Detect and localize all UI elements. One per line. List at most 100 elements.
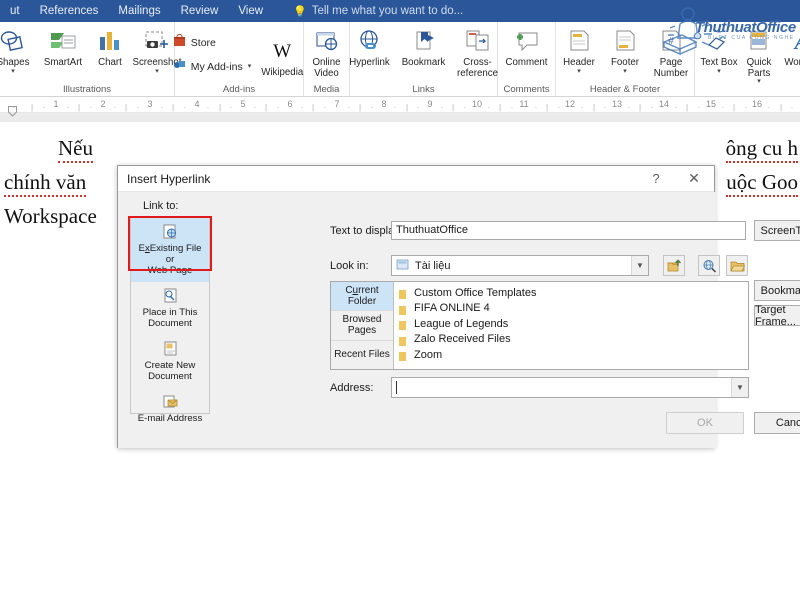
folder-icon (398, 334, 408, 345)
text-box-caret-icon[interactable]: ▾ (717, 68, 721, 75)
create-new-document-icon (162, 340, 179, 358)
hyperlink-icon (356, 27, 384, 57)
group-label-media: Media (304, 84, 349, 95)
quick-parts-caret-icon[interactable]: ▾ (757, 78, 761, 85)
chevron-down-icon[interactable]: ▼ (731, 378, 748, 397)
comment-label: Comment (506, 58, 548, 69)
lt-label-2b: Document (148, 318, 192, 329)
my-addins-caret-icon[interactable]: ▾ (248, 63, 252, 70)
smartart-button[interactable]: SmartArt (36, 24, 90, 69)
store-icon (173, 34, 186, 52)
up-one-folder-icon (667, 259, 682, 273)
tab-layout-clipped[interactable]: ut (0, 0, 30, 22)
cancel-button[interactable]: Cancel (754, 412, 800, 434)
tell-me-search[interactable]: 💡 Tell me what you want to do... (273, 5, 463, 18)
smartart-label: SmartArt (44, 58, 82, 69)
group-label-links: Links (350, 84, 497, 95)
ruler-num-15: 15 (706, 99, 716, 109)
cross-reference-button[interactable]: Cross-reference (451, 24, 505, 79)
lt-label-1a: Existing File or (150, 243, 202, 265)
bookmark-ribbon-button[interactable]: Bookmark (397, 24, 451, 69)
quick-parts-button[interactable]: Quick Parts ▾ (739, 24, 779, 85)
list-item[interactable]: FIFA ONLINE 4 (398, 301, 748, 317)
browse-for-file-icon (730, 259, 745, 273)
page-number-button[interactable]: # Page Number (648, 24, 694, 79)
link-to-create-new-document[interactable]: Create NewDocument (131, 335, 209, 388)
screenshot-caret-icon[interactable]: ▾ (155, 68, 159, 75)
lt-label-3a: Create New (145, 360, 196, 371)
my-addins-button[interactable]: My Add-ins ▾ (169, 55, 255, 79)
horizontal-ruler[interactable]: 1 2 3 4 5 6 7 8 9 10 11 12 13 14 15 16 ·… (0, 97, 800, 113)
insert-hyperlink-dialog: Insert Hyperlink ? ✕ Link to: ExExisting… (117, 165, 715, 448)
link-to-email-address[interactable]: E-mail Address (131, 388, 209, 430)
footer-button[interactable]: Footer ▾ (602, 24, 648, 75)
file-name: Zoom (414, 349, 442, 361)
text-box-icon (706, 27, 732, 57)
doc-text-line-2: chính văn (4, 170, 86, 195)
chart-button[interactable]: Chart (90, 24, 130, 69)
browser-tab-recent-files[interactable]: Recent Files (331, 341, 393, 369)
hyperlink-label: Hyperlink (349, 58, 389, 69)
comment-button[interactable]: Comment (500, 24, 554, 69)
quick-parts-label: Quick Parts (740, 58, 778, 79)
file-name: FIFA ONLINE 4 (414, 302, 490, 314)
online-video-button[interactable]: Online Video (307, 24, 347, 79)
list-item[interactable]: Zalo Received Files (398, 332, 748, 348)
dialog-title-bar[interactable]: Insert Hyperlink ? ✕ (118, 166, 714, 192)
ruler-num-8: 8 (381, 99, 386, 109)
ribbon-group-comments: Comment Comments (498, 22, 556, 96)
address-combobox[interactable]: ▼ (391, 377, 749, 398)
list-item[interactable]: League of Legends (398, 316, 748, 332)
wordart-button[interactable]: A WordArt ▾ (779, 24, 800, 75)
tab-mailings[interactable]: Mailings (108, 0, 170, 22)
list-item[interactable]: Zoom (398, 347, 748, 363)
header-button[interactable]: Header ▾ (556, 24, 602, 75)
footer-caret-icon[interactable]: ▾ (623, 68, 627, 75)
doc-text-line-3: Workspace (4, 204, 97, 229)
close-icon[interactable]: ✕ (678, 166, 710, 190)
left-indent-marker[interactable] (8, 104, 17, 115)
chart-label: Chart (98, 58, 122, 69)
link-to-existing-file-or-web-page[interactable]: ExExisting File orWeb Page (131, 218, 209, 282)
shapes-button[interactable]: Shapes ▾ (0, 24, 36, 75)
text-box-button[interactable]: Text Box ▾ (699, 24, 739, 75)
address-label: Address: (330, 382, 373, 394)
lt-label-4a: E-mail Address (138, 413, 203, 424)
up-one-folder-button[interactable] (663, 255, 685, 276)
ruler-margin-band (0, 113, 800, 122)
browse-the-web-button[interactable] (698, 255, 720, 276)
folder-icon (398, 303, 408, 314)
tab-view[interactable]: View (228, 0, 273, 22)
tab-review[interactable]: Review (171, 0, 229, 22)
link-to-place-in-this-document[interactable]: Place in ThisDocument (131, 282, 209, 335)
chevron-down-icon[interactable]: ▼ (631, 256, 648, 275)
quick-parts-icon (747, 27, 771, 57)
file-list[interactable]: Custom Office Templates FIFA ONLINE 4 Le… (394, 282, 748, 369)
ok-button[interactable]: OK (666, 412, 744, 434)
ruler-num-2: 2 (100, 99, 105, 109)
hyperlink-button[interactable]: Hyperlink (343, 24, 397, 69)
bookmark-button[interactable]: Bookmark... (754, 280, 800, 301)
existing-file-icon (162, 223, 179, 241)
store-button[interactable]: Store (169, 31, 255, 55)
wikipedia-button[interactable]: W Wikipedia (255, 29, 309, 79)
tab-references[interactable]: References (30, 0, 109, 22)
ruler-num-7: 7 (334, 99, 339, 109)
lt-label-3b: Document (148, 371, 192, 382)
list-item[interactable]: Custom Office Templates (398, 285, 748, 301)
ribbon-group-text: Text Box ▾ Quick Parts ▾ (695, 22, 800, 96)
text-to-display-input[interactable]: ThuthuatOffice (391, 221, 746, 240)
browser-tab-browsed-pages[interactable]: Browsed Pages (331, 311, 393, 340)
look-in-value: Tài liệu (415, 260, 450, 272)
shapes-caret-icon[interactable]: ▾ (11, 68, 15, 75)
target-frame-button[interactable]: Target Frame... (754, 305, 800, 326)
help-icon[interactable]: ? (640, 166, 672, 190)
browse-for-file-button[interactable] (726, 255, 748, 276)
header-caret-icon[interactable]: ▾ (577, 68, 581, 75)
svg-text:#: # (668, 36, 674, 47)
screentip-button[interactable]: ScreenTip... (754, 220, 800, 241)
folder-icon (398, 318, 408, 329)
browser-tab-current-folder[interactable]: Current Folder (331, 282, 393, 311)
link-to-label: Link to: (143, 200, 178, 212)
look-in-combobox[interactable]: Tài liệu ▼ (391, 255, 649, 276)
